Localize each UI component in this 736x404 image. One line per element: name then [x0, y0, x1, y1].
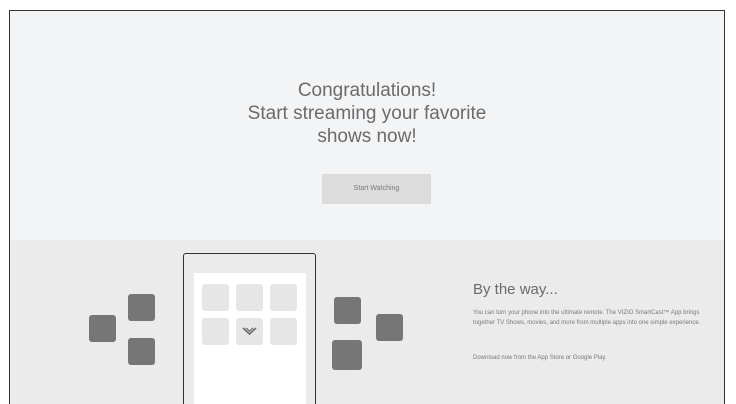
screen-tile	[270, 318, 297, 345]
hero-section: Congratulations! Start streaming your fa…	[10, 11, 724, 240]
download-text: Download now from the App Store or Googl…	[473, 355, 607, 361]
promo-title: By the way...	[473, 281, 558, 298]
promo-description: You can turn your phone into the ultimat…	[473, 310, 701, 326]
app-tile-placeholder	[128, 338, 155, 365]
app-tile-placeholder	[89, 315, 116, 342]
app-tile-placeholder	[332, 340, 362, 370]
hero-title-line-1: Congratulations!	[297, 80, 437, 101]
phone-illustration	[183, 253, 316, 404]
screen-tile	[202, 318, 229, 345]
screen-tile	[202, 284, 229, 311]
start-watching-button[interactable]: Start Watching	[322, 174, 431, 204]
app-tile-placeholder	[128, 294, 155, 321]
app-tile-placeholder	[334, 297, 361, 324]
hero-title-line-2: Start streaming your favorite	[247, 103, 487, 124]
screen-tile	[236, 284, 263, 311]
promo-section: By the way... You can turn your phone in…	[10, 240, 724, 404]
page-frame: Congratulations! Start streaming your fa…	[9, 10, 725, 404]
hero-title-line-3: shows now!	[317, 126, 417, 147]
app-tile-placeholder	[376, 314, 403, 341]
phone-screen	[194, 273, 306, 404]
screen-tile	[270, 284, 297, 311]
hero-title: Congratulations! Start streaming your fa…	[10, 79, 724, 148]
vizio-v-icon	[236, 318, 263, 345]
